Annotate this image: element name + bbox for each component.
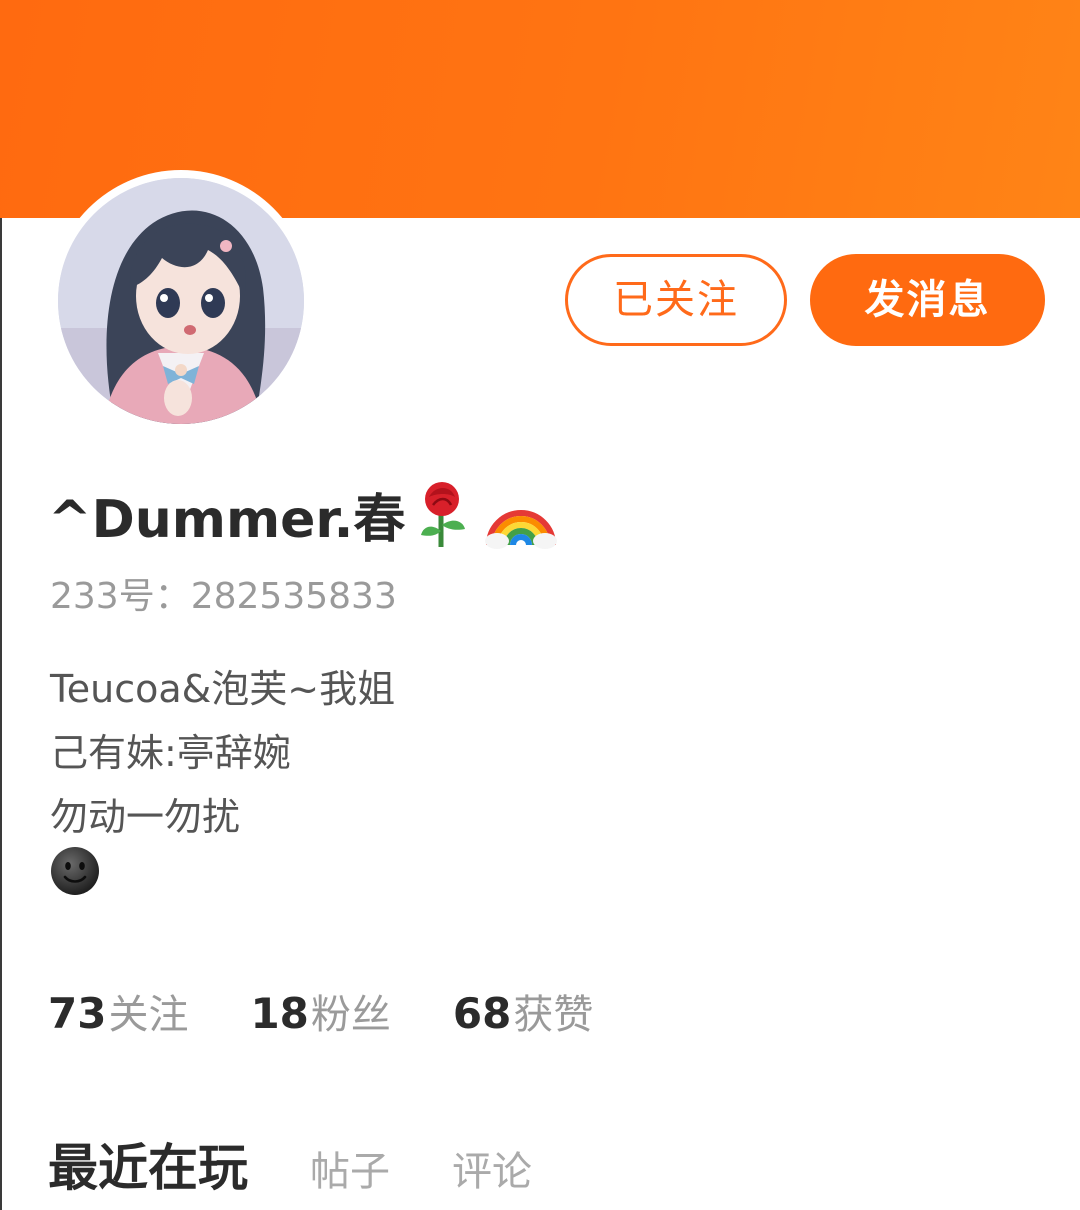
- tab-recently-played[interactable]: 最近在玩: [48, 1128, 248, 1200]
- stat-likes-count: 68: [452, 989, 512, 1038]
- stat-following-label: 关注: [108, 992, 189, 1038]
- avatar-image: [58, 178, 304, 424]
- profile-page: 已关注 发消息 ^Dummer.春 233号：282535833 Teucoa&…: [0, 0, 1080, 1210]
- tab-posts[interactable]: 帖子: [310, 1139, 390, 1197]
- user-id-value: 282535833: [190, 576, 397, 617]
- rose-icon: [421, 482, 466, 547]
- stat-fans-label: 粉丝: [310, 992, 391, 1038]
- screen-edge: [0, 218, 2, 1210]
- stat-likes-label: 获赞: [513, 992, 594, 1038]
- stat-following[interactable]: 73 关注: [48, 982, 188, 1040]
- smiling-face-icon: [51, 847, 99, 895]
- tab-comments[interactable]: 评论: [452, 1139, 532, 1197]
- send-message-button[interactable]: 发消息: [810, 254, 1045, 346]
- bio-line-1: Teucoa&泡芙~我姐: [50, 667, 396, 711]
- profile-tabs: 最近在玩 帖子 评论: [48, 1128, 532, 1198]
- stat-likes[interactable]: 68 获赞: [453, 982, 593, 1040]
- user-id: 233号：282535833: [50, 567, 397, 619]
- avatar[interactable]: [50, 170, 312, 432]
- bio-line-3: 勿动一勿扰: [50, 795, 241, 839]
- stat-fans-count: 18: [250, 989, 309, 1038]
- bio-line-2: 己有妹:亭辞婉: [50, 731, 291, 775]
- rainbow-icon: [485, 510, 558, 549]
- user-id-label: 233号：: [50, 576, 191, 617]
- following-button[interactable]: 已关注: [565, 254, 787, 346]
- stat-fans[interactable]: 18 粉丝: [250, 982, 390, 1040]
- stat-following-count: 73: [48, 989, 107, 1038]
- anime-avatar-illustration: [58, 178, 304, 424]
- profile-stats: 73 关注 18 粉丝 68 获赞: [48, 982, 593, 1042]
- username: ^Dummer.春: [48, 489, 406, 550]
- username-row: ^Dummer.春: [48, 478, 559, 550]
